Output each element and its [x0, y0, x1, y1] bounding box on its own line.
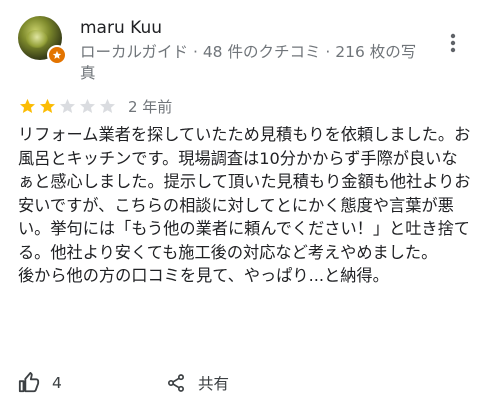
- review-time: 2 年前: [128, 97, 173, 116]
- like-button[interactable]: 4: [18, 372, 62, 394]
- more-options-button[interactable]: [442, 30, 464, 56]
- review-text: リフォーム業者を探していたため見積もりを依頼しました。お風呂とキッチンです。現場…: [18, 125, 471, 285]
- reviewer-name[interactable]: maru Kuu: [80, 18, 162, 38]
- star-empty-icon: [100, 98, 115, 114]
- reviewer-meta: ローカルガイド · 48 件のクチコミ · 216 枚の写真: [80, 43, 417, 82]
- avatar-photo: [26, 30, 48, 48]
- rating-row: 2 年前: [18, 96, 172, 116]
- review-card: maru Kuu ローカルガイド · 48 件のクチコミ · 216 枚の写真 …: [0, 0, 486, 416]
- share-icon: [168, 374, 184, 392]
- star-rating: [18, 97, 118, 115]
- thumbs-up-icon: [18, 372, 40, 393]
- star-filled-icon: [20, 98, 35, 114]
- star-filled-icon: [40, 98, 55, 114]
- share-label: 共有: [198, 375, 230, 393]
- avatar[interactable]: [18, 16, 67, 65]
- star-empty-icon: [60, 98, 75, 114]
- share-button[interactable]: 共有: [166, 368, 229, 398]
- local-guide-star-icon: [47, 45, 67, 65]
- more-vert-icon: [450, 33, 456, 53]
- star-empty-icon: [80, 98, 95, 114]
- like-count: 4: [52, 374, 62, 392]
- review-actions: 4 共有: [18, 368, 229, 398]
